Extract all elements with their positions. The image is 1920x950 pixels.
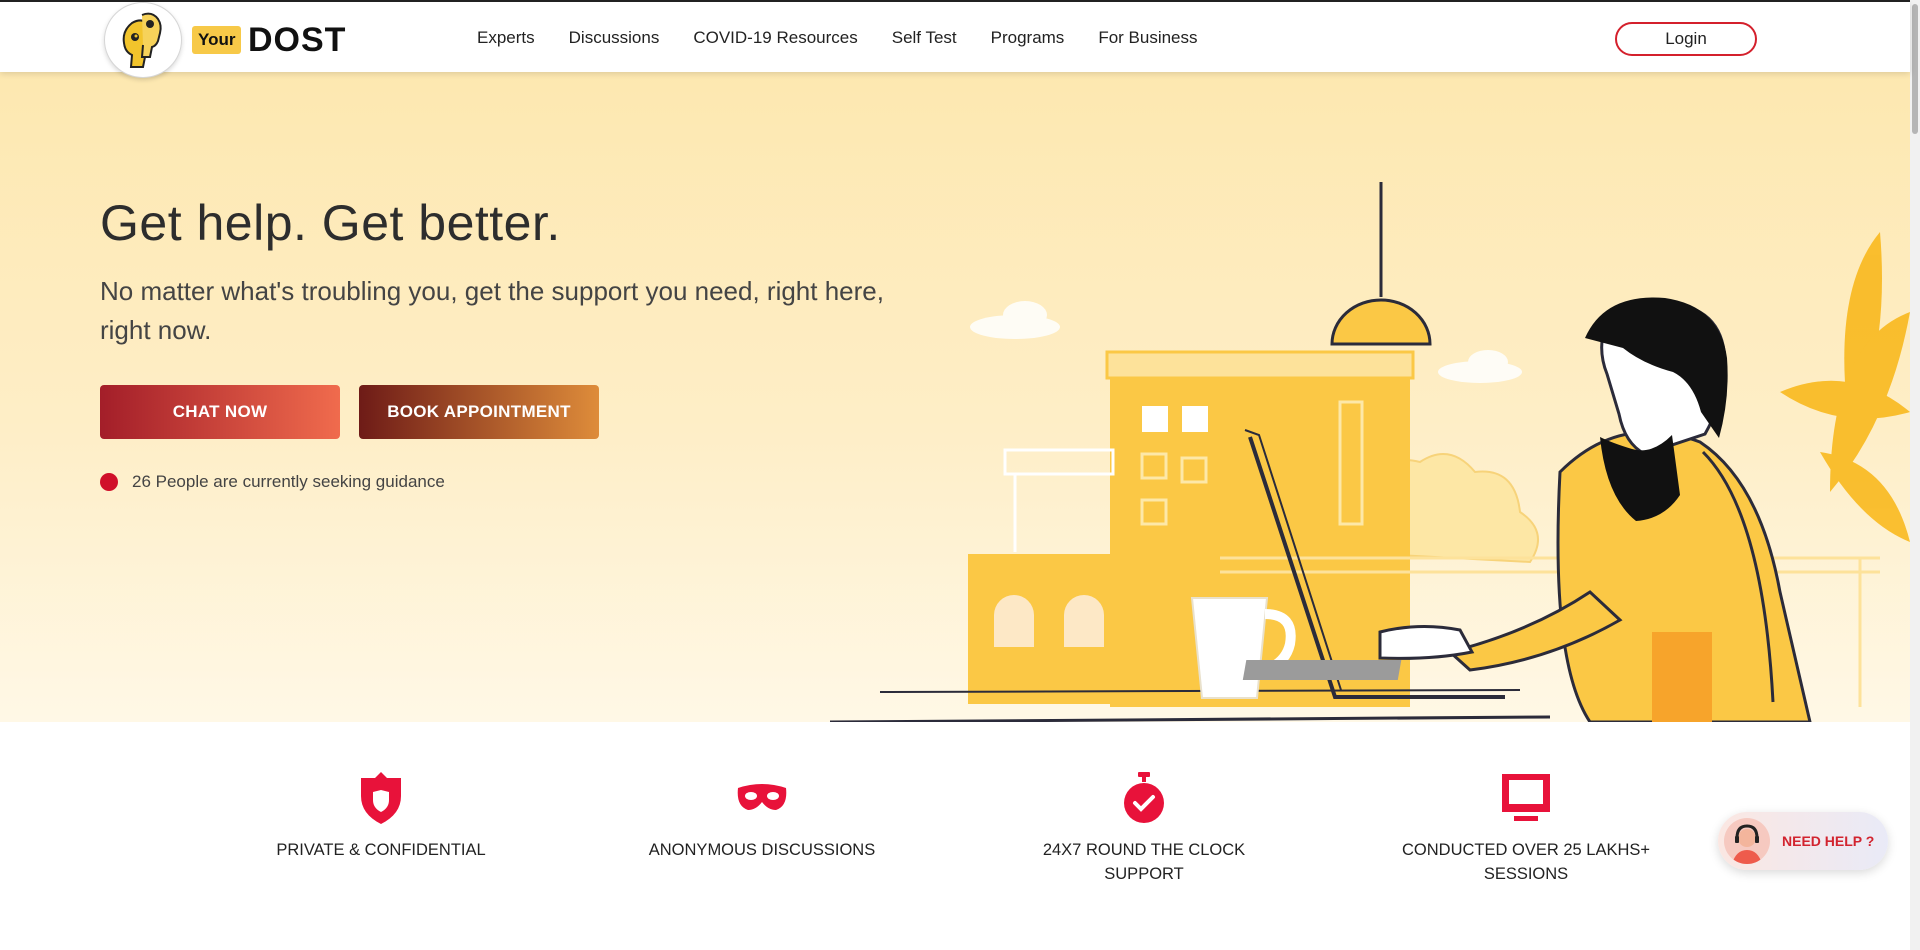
feature-support: 24X7 ROUND THE CLOCK SUPPORT (1004, 770, 1284, 886)
logo-mascot-icon (122, 12, 162, 68)
feature-sessions-label: CONDUCTED OVER 25 LAKHS+ SESSIONS (1401, 841, 1651, 883)
scrollbar-thumb[interactable] (1912, 4, 1918, 134)
logo-your-text: Your (192, 26, 242, 54)
login-button[interactable]: Login (1615, 22, 1757, 56)
feature-private: PRIVATE & CONFIDENTIAL (241, 770, 521, 862)
feature-anonymous: ANONYMOUS DISCUSSIONS (622, 770, 902, 862)
nav-covid-resources[interactable]: COVID-19 Resources (693, 28, 857, 48)
logo-dost-text: DOST (248, 21, 347, 59)
hero-subtitle: No matter what's troubling you, get the … (100, 276, 884, 345)
features-section: PRIVATE & CONFIDENTIAL ANONYMOUS DISCUSS… (0, 722, 1910, 950)
nav-self-test[interactable]: Self Test (892, 28, 957, 48)
logo-link[interactable] (104, 2, 182, 78)
nav-discussions[interactable]: Discussions (569, 28, 660, 48)
hero-section: Get help. Get better. No matter what's t… (0, 72, 1910, 722)
feature-sessions: CONDUCTED OVER 25 LAKHS+ SESSIONS (1386, 770, 1666, 886)
nav-programs[interactable]: Programs (991, 28, 1065, 48)
feature-anonymous-label: ANONYMOUS DISCUSSIONS (648, 841, 876, 859)
book-appointment-button[interactable]: BOOK APPOINTMENT (359, 385, 599, 439)
seeking-guidance-status: 26 People are currently seeking guidance (100, 472, 445, 492)
hero-illustration (829, 182, 1910, 722)
support-agent-icon (1724, 818, 1770, 864)
nav-experts[interactable]: Experts (477, 28, 535, 48)
stopwatch-icon (1124, 772, 1164, 823)
chat-now-button[interactable]: CHAT NOW (100, 385, 340, 439)
shield-icon (361, 772, 401, 824)
seeking-guidance-text: 26 People are currently seeking guidance (132, 472, 445, 491)
nav-for-business[interactable]: For Business (1098, 28, 1197, 48)
mask-icon (737, 784, 787, 810)
need-help-label: NEED HELP ? (1782, 833, 1875, 849)
live-dot-icon (100, 473, 118, 491)
feature-support-label: 24X7 ROUND THE CLOCK SUPPORT (1042, 841, 1246, 883)
hero-title: Get help. Get better. (100, 195, 561, 251)
need-help-widget[interactable]: NEED HELP ? (1718, 812, 1888, 870)
monitor-icon (1502, 774, 1550, 821)
page-scrollbar[interactable] (1910, 0, 1920, 950)
feature-private-label: PRIVATE & CONFIDENTIAL (276, 841, 486, 859)
site-header: Your DOST Experts Discussions COVID-19 R… (0, 2, 1910, 78)
main-nav: Experts Discussions COVID-19 Resources S… (477, 2, 1232, 74)
